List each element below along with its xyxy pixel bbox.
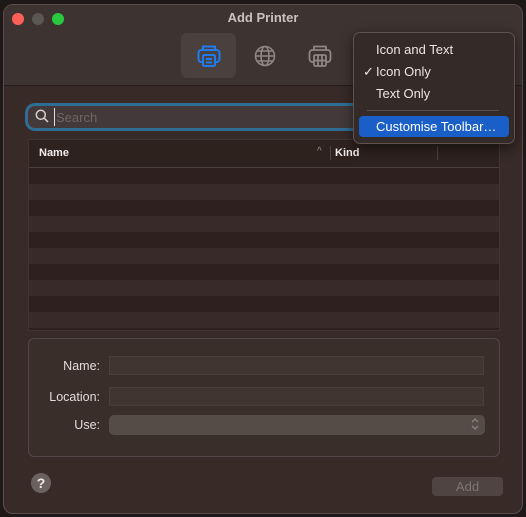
table-row bbox=[29, 248, 499, 264]
search-icon bbox=[35, 109, 49, 123]
table-row bbox=[29, 312, 499, 328]
menu-item-icon-only[interactable]: ✓ Icon Only bbox=[359, 61, 509, 82]
add-button[interactable]: Add bbox=[432, 477, 503, 496]
table-row bbox=[29, 184, 499, 200]
column-divider bbox=[437, 146, 438, 160]
use-label: Use: bbox=[74, 418, 100, 432]
column-header-kind[interactable]: Kind bbox=[335, 147, 359, 159]
column-header-name[interactable]: Name bbox=[39, 147, 69, 159]
toolbar-windows-printers[interactable] bbox=[292, 33, 347, 78]
table-row bbox=[29, 200, 499, 216]
table-rows bbox=[29, 168, 499, 328]
table-row bbox=[29, 296, 499, 312]
name-label: Name: bbox=[63, 359, 100, 373]
table-row bbox=[29, 280, 499, 296]
use-select[interactable] bbox=[109, 415, 485, 435]
toolbar-ip-printers[interactable] bbox=[237, 33, 292, 78]
menu-item-text-only[interactable]: Text Only bbox=[359, 83, 509, 104]
toolbar-context-menu: Icon and Text ✓ Icon Only Text Only Cust… bbox=[353, 32, 515, 144]
menu-separator bbox=[367, 110, 499, 111]
printer-details-form: Name: Location: Use: bbox=[28, 338, 500, 457]
globe-icon bbox=[254, 45, 275, 66]
location-label: Location: bbox=[49, 390, 100, 404]
checkmark-icon: ✓ bbox=[363, 64, 374, 79]
search-input[interactable] bbox=[54, 108, 356, 126]
table-row bbox=[29, 216, 499, 232]
toolbar-default-printers[interactable] bbox=[181, 33, 236, 78]
chevron-up-down-icon bbox=[471, 418, 479, 430]
printer-icon bbox=[197, 45, 220, 67]
location-field[interactable] bbox=[109, 387, 484, 406]
printer-list[interactable]: Name ^ Kind bbox=[28, 139, 500, 331]
menu-item-icon-and-text[interactable]: Icon and Text bbox=[359, 39, 509, 60]
printer-server-icon bbox=[308, 45, 331, 67]
window-title: Add Printer bbox=[227, 10, 299, 25]
name-field[interactable] bbox=[109, 356, 484, 375]
help-button[interactable]: ? bbox=[31, 473, 51, 493]
sort-ascending-icon: ^ bbox=[317, 146, 322, 157]
menu-item-customise-toolbar[interactable]: Customise Toolbar… bbox=[359, 116, 509, 137]
table-row bbox=[29, 168, 499, 184]
table-header: Name ^ Kind bbox=[29, 140, 499, 168]
table-row bbox=[29, 232, 499, 248]
column-divider bbox=[330, 146, 331, 160]
table-row bbox=[29, 264, 499, 280]
